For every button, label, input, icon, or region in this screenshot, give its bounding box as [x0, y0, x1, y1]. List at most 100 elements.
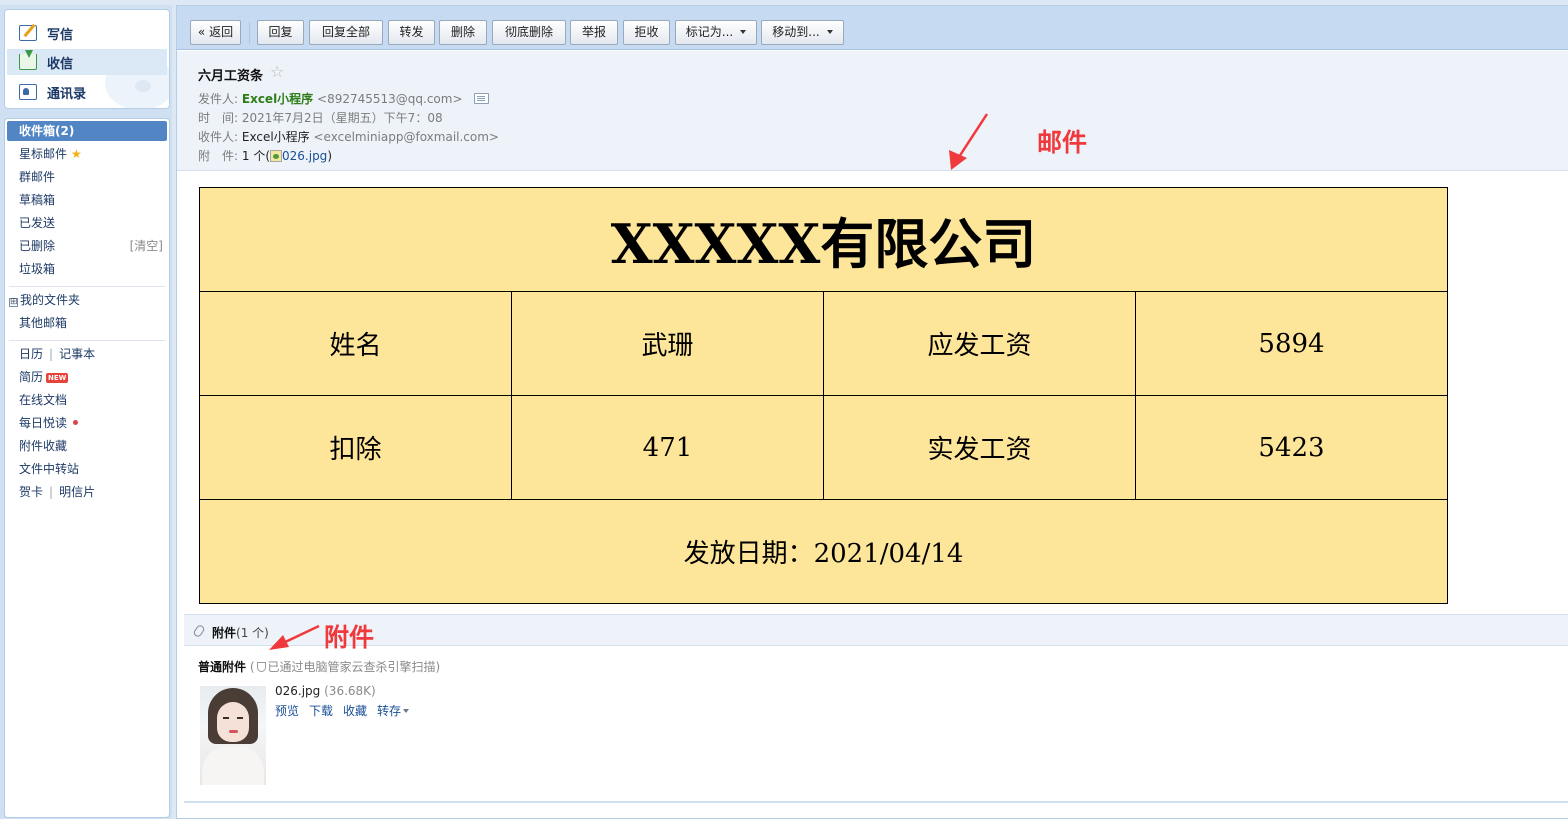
image-file-icon	[270, 150, 283, 162]
online-docs-link[interactable]: 在线文档	[7, 390, 167, 410]
reply-all-button[interactable]: 回复全部	[309, 20, 383, 45]
folder-my-folders-label: 我的文件夹	[20, 293, 81, 307]
thumbnail-photo-face	[217, 702, 249, 742]
contacts-button[interactable]: 通讯录	[7, 79, 167, 105]
receive-mail-label: 收信	[47, 56, 74, 72]
folder-deleted-label: 已删除	[19, 239, 56, 253]
attachment-favorites-link[interactable]: 附件收藏	[7, 436, 167, 456]
sent-time: 2021年7月2日（星期五）下午7：08	[241, 111, 443, 125]
calendar-link[interactable]: 日历	[19, 347, 43, 361]
move-to-dropdown[interactable]: 移动到...	[761, 20, 844, 45]
from-label: 发件人:	[198, 92, 239, 106]
forward-button[interactable]: 转发	[388, 20, 435, 45]
recipient-name: Excel小程序	[241, 130, 310, 144]
save-to-label: 转存	[377, 704, 402, 718]
mark-as-dropdown[interactable]: 标记为...	[675, 20, 757, 45]
sidebar: 写信 收信 通讯录 收件箱(2) 星标邮件 ★ 群邮件 草稿箱 已发送 已删除 …	[0, 5, 172, 819]
attachment-count: 1 个	[241, 149, 266, 163]
attachments-title: 附件(1 个)	[212, 624, 269, 641]
download-link[interactable]: 下载	[309, 704, 333, 718]
payslip-name-label: 姓名	[200, 292, 512, 396]
delete-permanently-button[interactable]: 彻底删除	[492, 20, 566, 45]
mail-view: « 返回 回复 回复全部 转发 删除 彻底删除 举报 拒收 标记为... 移动到…	[176, 5, 1568, 819]
folder-spam[interactable]: 垃圾箱	[7, 259, 167, 279]
attachment-actions: 预览 下载 收藏 转存	[275, 702, 419, 719]
folder-sent[interactable]: 已发送	[7, 213, 167, 233]
favorite-link[interactable]: 收藏	[343, 704, 367, 718]
reply-button[interactable]: 回复	[257, 20, 304, 45]
payslip-table: XXXXX有限公司 姓名 武珊 应发工资 5894 扣除 471 实发工资 54…	[199, 187, 1448, 604]
folder-my-folders[interactable]: ⊞ 我的文件夹	[7, 290, 167, 310]
calendar-notepad-row: 日历 | 记事本	[7, 344, 167, 364]
attachments-title-label: 附件	[212, 626, 237, 640]
file-transfer-link[interactable]: 文件中转站	[7, 459, 167, 479]
folder-group[interactable]: 群邮件	[7, 167, 167, 187]
from-row: 发件人: Excel小程序 <892745513@qq.com>	[198, 90, 490, 107]
clear-trash-link[interactable]: [清空]	[130, 236, 163, 256]
thumbnail-photo-eye	[223, 717, 229, 719]
attachment-thumbnail[interactable]	[200, 686, 266, 785]
payslip-gross-value: 5894	[1136, 292, 1447, 396]
folder-drafts-label: 草稿箱	[19, 193, 56, 207]
divider	[9, 340, 165, 341]
preview-link[interactable]: 预览	[275, 704, 299, 718]
paperclip-icon	[192, 623, 206, 639]
compose-button[interactable]: 写信	[7, 20, 167, 46]
separator: |	[49, 347, 54, 361]
attachment-row: 附 件: 1 个(026.jpg)	[198, 147, 332, 164]
folder-inbox[interactable]: 收件箱(2)	[7, 121, 167, 141]
star-toggle-icon[interactable]: ☆	[270, 62, 284, 81]
contacts-icon	[19, 84, 37, 100]
folder-other-mailboxes[interactable]: 其他邮箱	[7, 313, 167, 333]
attachments-count: (1 个)	[236, 626, 269, 640]
payslip-deduct-label: 扣除	[200, 396, 512, 500]
compose-label: 写信	[47, 27, 74, 43]
folder-inbox-label: 收件箱(2)	[19, 124, 75, 138]
annotation-arrow-mail	[949, 113, 989, 170]
folder-starred-label: 星标邮件	[19, 147, 68, 161]
recipient-email: <excelminiapp@foxmail.com>	[313, 130, 500, 144]
reject-button[interactable]: 拒收	[623, 20, 670, 45]
postcard-link[interactable]: 明信片	[59, 485, 95, 499]
thumbnail-photo-lips	[229, 730, 238, 733]
resume-label: 简历	[19, 370, 44, 384]
back-button[interactable]: « 返回	[190, 20, 241, 45]
folder-deleted[interactable]: 已删除 [清空]	[7, 236, 167, 256]
contacts-label: 通讯录	[47, 86, 87, 102]
daily-reading-link[interactable]: 每日悦读	[7, 413, 167, 433]
attachment-file-link[interactable]: 026.jpg	[282, 149, 327, 163]
divider	[184, 801, 1568, 803]
toolbar-separator	[249, 22, 250, 44]
greeting-card-link[interactable]: 贺卡	[19, 485, 43, 499]
chevron-down-icon	[403, 709, 410, 713]
report-button[interactable]: 举报	[570, 20, 618, 45]
thumbnail-photo-body	[202, 746, 264, 785]
contact-card-icon[interactable]	[474, 93, 490, 104]
receive-mail-button[interactable]: 收信	[7, 49, 167, 75]
attachment-close-paren: )	[327, 149, 332, 163]
folder-starred[interactable]: 星标邮件 ★	[7, 144, 167, 164]
time-label: 时 间:	[198, 111, 239, 125]
attachment-file-name: 026.jpg	[275, 684, 321, 698]
separator: |	[49, 485, 54, 499]
annotation-arrow-attachment	[269, 624, 320, 650]
attachment-label: 附 件:	[198, 149, 239, 163]
notepad-link[interactable]: 记事本	[59, 347, 95, 361]
unread-dot-icon	[73, 420, 79, 425]
compose-icon	[19, 25, 37, 41]
sender-name[interactable]: Excel小程序	[242, 92, 313, 106]
card-postcard-row: 贺卡 | 明信片	[7, 482, 167, 502]
annotation-attachment-label: 附件	[324, 623, 375, 652]
normal-attachments-row: 普通附件 (已通过电脑管家云查杀引擎扫描)	[198, 658, 440, 675]
save-to-dropdown[interactable]: 转存	[377, 704, 410, 718]
delete-button[interactable]: 删除	[439, 20, 487, 45]
expand-plus-icon[interactable]: ⊞	[9, 298, 18, 307]
folder-drafts[interactable]: 草稿箱	[7, 190, 167, 210]
file-transfer-label: 文件中转站	[19, 462, 80, 476]
attachment-file-size: (36.68K)	[324, 684, 376, 698]
thumbnail-photo-eye	[237, 717, 243, 719]
normal-attachments-title: 普通附件	[198, 660, 247, 674]
payslip-gross-label: 应发工资	[824, 292, 1136, 396]
resume-link[interactable]: 简历 NEW	[7, 367, 167, 387]
inbox-download-icon	[19, 50, 37, 70]
